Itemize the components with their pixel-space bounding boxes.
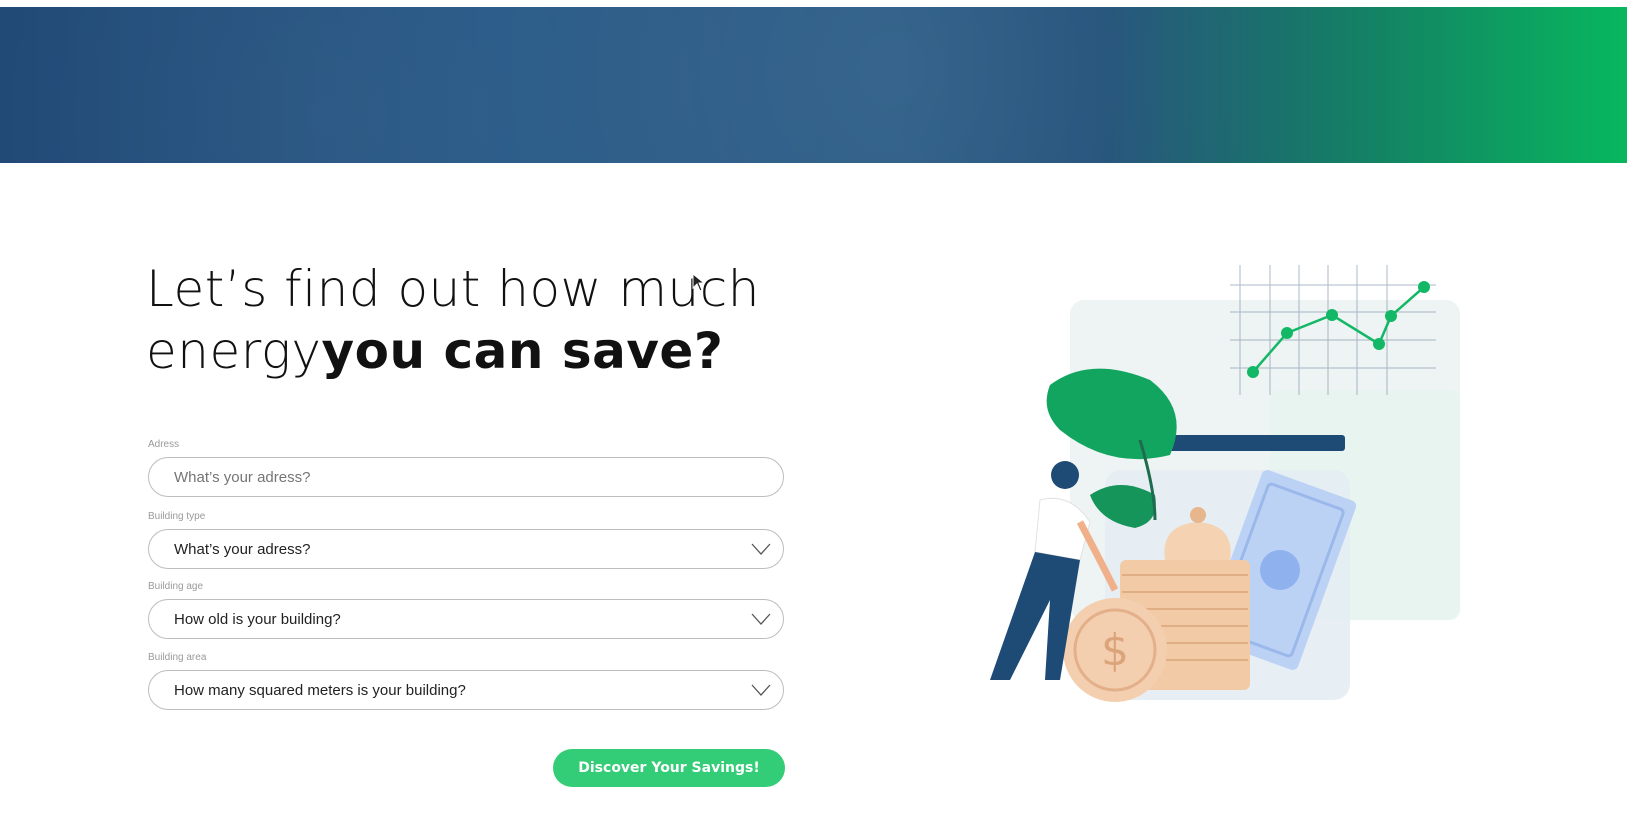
building-age-value: How old is your building? bbox=[174, 610, 341, 628]
top-strip bbox=[0, 0, 1627, 7]
hero-banner bbox=[0, 7, 1627, 163]
building-type-select[interactable]: What’s your adress? bbox=[148, 529, 784, 569]
building-type-value: What’s your adress? bbox=[174, 540, 311, 558]
building-area-label: Building area bbox=[148, 652, 207, 663]
building-age-select[interactable]: How old is your building? bbox=[148, 599, 784, 639]
chevron-down-icon bbox=[751, 613, 771, 625]
chevron-down-icon bbox=[751, 684, 771, 696]
svg-text:$: $ bbox=[1101, 625, 1129, 676]
discover-savings-button[interactable]: Discover Your Savings! bbox=[553, 749, 785, 787]
building-type-label: Building type bbox=[148, 511, 206, 522]
title-line-2-light: energy bbox=[146, 322, 322, 380]
building-area-value: How many squared meters is your building… bbox=[174, 681, 466, 699]
chevron-down-icon bbox=[751, 543, 771, 555]
title-line-2-bold: you can save? bbox=[321, 322, 724, 380]
building-age-label: Building age bbox=[148, 581, 204, 592]
building-area-select[interactable]: How many squared meters is your building… bbox=[148, 670, 784, 710]
address-field-wrapper bbox=[148, 457, 784, 497]
address-label: Adress bbox=[148, 439, 180, 450]
savings-illustration: $ bbox=[990, 265, 1460, 702]
cursor-icon bbox=[692, 273, 706, 292]
title-line-1: Let’s find out how much bbox=[146, 260, 760, 318]
page-title: Let’s find out how much energyyou can sa… bbox=[146, 258, 846, 382]
address-input[interactable] bbox=[174, 468, 783, 486]
